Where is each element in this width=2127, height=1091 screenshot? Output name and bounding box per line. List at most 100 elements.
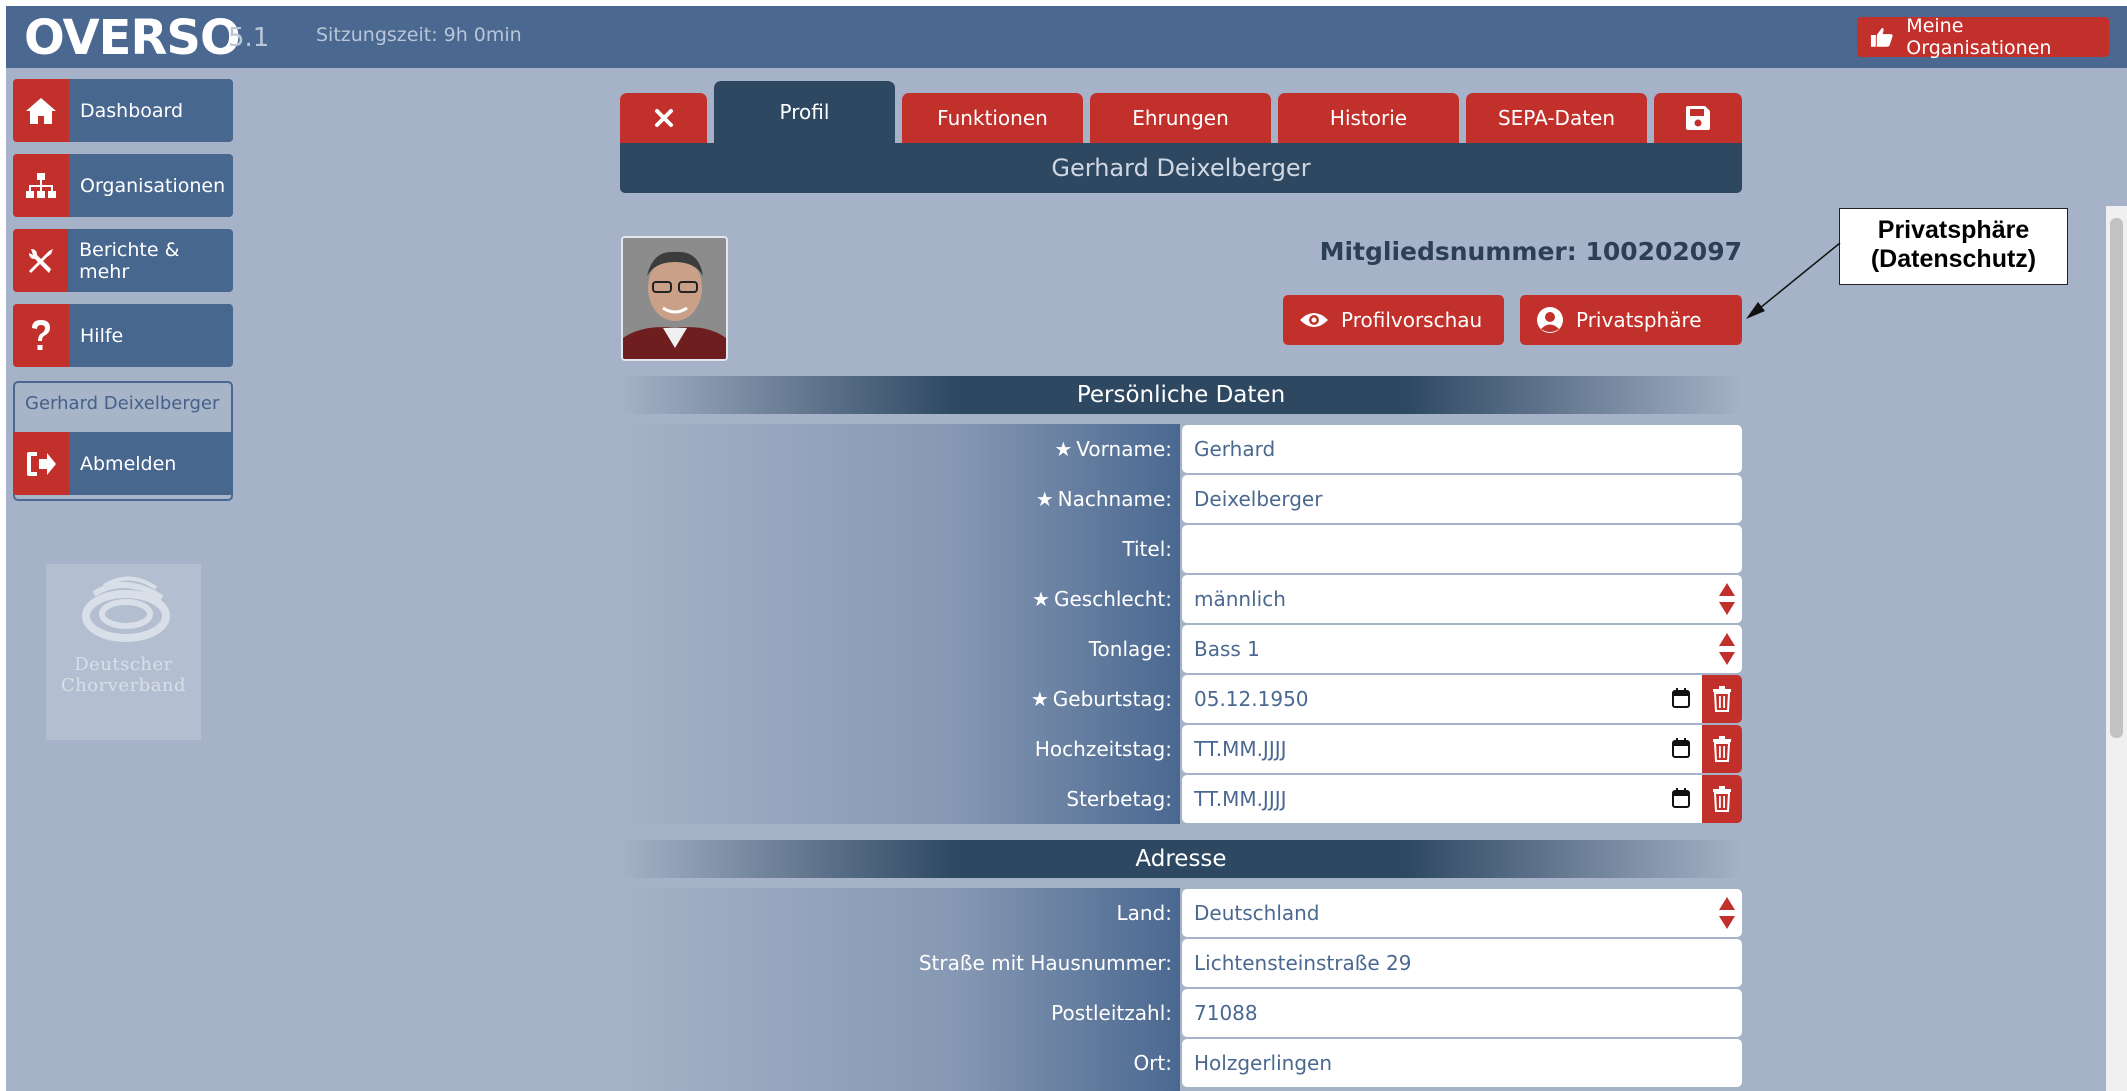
land-select[interactable]: Deutschland — [1182, 889, 1742, 937]
sterbetag-date-input[interactable]: TT.MM.JJJJ — [1182, 775, 1702, 823]
member-number: Mitgliedsnummer: 100202097 — [1319, 237, 1742, 266]
clear-hochzeitstag-button[interactable] — [1702, 725, 1742, 773]
calendar-icon[interactable] — [1672, 738, 1690, 758]
tab-funktionen[interactable]: Funktionen — [902, 93, 1083, 143]
hochzeitstag-date-input[interactable]: TT.MM.JJJJ — [1182, 725, 1702, 773]
logo-line-2: Chorverband — [60, 675, 187, 696]
field-label: Ort: — [1133, 1051, 1172, 1075]
privacy-label: Privatsphäre — [1576, 308, 1702, 332]
sidebar-item-label: Hilfe — [80, 324, 124, 347]
session-time: Sitzungszeit: 9h 0min — [316, 24, 522, 46]
top-bar: OVERSO 5.1 Sitzungszeit: 9h 0min Meine O… — [6, 6, 2127, 68]
field-value: 71088 — [1194, 1001, 1258, 1025]
sidebar-item-berichte[interactable]: Berichte & mehr — [13, 229, 233, 292]
field-row-geburtstag: ★ Geburtstag: 05.12.1950 — [620, 674, 1742, 724]
tonlage-select[interactable]: Bass 1 — [1182, 625, 1742, 673]
select-arrows-icon — [1719, 633, 1735, 665]
field-row-geschlecht: ★ Geschlecht: männlich — [620, 574, 1742, 624]
close-button[interactable] — [620, 93, 707, 143]
save-button[interactable] — [1654, 93, 1742, 143]
trash-icon — [1713, 686, 1731, 712]
field-label: Postleitzahl: — [1051, 1001, 1172, 1025]
chorverband-logo: Deutscher Chorverband — [46, 564, 201, 740]
field-row-postleitzahl: Postleitzahl: 71088 — [620, 988, 1742, 1038]
home-icon — [26, 97, 56, 124]
my-organisations-label: Meine Organisationen — [1906, 15, 2052, 59]
field-value: Gerhard — [1194, 437, 1276, 461]
user-panel: Gerhard Deixelberger Abmelden — [13, 381, 233, 501]
thumbs-up-icon — [1870, 28, 1893, 47]
field-label: Straße mit Hausnummer: — [918, 951, 1172, 975]
nachname-input[interactable]: Deixelberger — [1182, 475, 1742, 523]
clear-sterbetag-button[interactable] — [1702, 775, 1742, 823]
scrollbar-thumb[interactable] — [2110, 218, 2123, 738]
postleitzahl-input[interactable]: 71088 — [1182, 989, 1742, 1037]
sidebar-item-hilfe[interactable]: Hilfe — [13, 304, 233, 367]
sidebar-item-organisationen[interactable]: Organisationen — [13, 154, 233, 217]
field-row-hochzeitstag: Hochzeitstag: TT.MM.JJJJ — [620, 724, 1742, 774]
calendar-icon[interactable] — [1672, 788, 1690, 808]
sidebar-item-label: Dashboard — [80, 99, 184, 122]
field-row-titel: Titel: — [620, 524, 1742, 574]
section-address: Adresse — [620, 840, 1742, 878]
required-star-icon: ★ — [1032, 587, 1050, 611]
field-value: Lichtensteinstraße 29 — [1194, 951, 1412, 975]
tab-label: SEPA-Daten — [1497, 106, 1616, 130]
field-label: Tonlage: — [1088, 637, 1172, 661]
trash-icon — [1713, 786, 1731, 812]
vorname-input[interactable]: Gerhard — [1182, 425, 1742, 473]
sign-out-icon — [27, 451, 56, 476]
tab-profil[interactable]: Profil — [714, 81, 895, 143]
my-organisations-button[interactable]: Meine Organisationen — [1857, 15, 2109, 59]
field-label: Geburtstag: — [1052, 687, 1172, 711]
logout-button[interactable]: Abmelden — [13, 432, 233, 495]
sidebar-item-label: Organisationen — [80, 174, 226, 197]
ort-input[interactable]: Holzgerlingen — [1182, 1039, 1742, 1087]
tab-label: Profil — [779, 100, 830, 124]
user-circle-icon — [1537, 307, 1563, 333]
field-row-vorname: ★ Vorname: Gerhard — [620, 424, 1742, 474]
tab-ehrungen[interactable]: Ehrungen — [1090, 93, 1271, 143]
section-title: Adresse — [1135, 846, 1227, 872]
section-title: Persönliche Daten — [1076, 382, 1286, 408]
profile-preview-label: Profilvorschau — [1341, 308, 1483, 332]
person-photo-icon — [623, 238, 726, 359]
field-label: Hochzeitstag: — [1034, 737, 1172, 761]
current-user-name: Gerhard Deixelberger — [25, 393, 220, 414]
clear-geburtstag-button[interactable] — [1702, 675, 1742, 723]
tools-icon — [28, 248, 53, 273]
save-icon — [1686, 106, 1710, 130]
tab-sepa-daten[interactable]: SEPA-Daten — [1466, 93, 1647, 143]
callout-line-2: (Datenschutz) — [1870, 245, 2037, 273]
sidebar-item-dashboard[interactable]: Dashboard — [13, 79, 233, 142]
geschlecht-select[interactable]: männlich — [1182, 575, 1742, 623]
close-icon — [654, 109, 673, 127]
trash-icon — [1713, 736, 1731, 762]
field-label: Sterbetag: — [1066, 787, 1172, 811]
required-star-icon: ★ — [1035, 487, 1054, 511]
app-version: 5.1 — [228, 23, 270, 53]
required-star-icon: ★ — [1030, 687, 1049, 711]
field-row-tonlage: Tonlage: Bass 1 — [620, 624, 1742, 674]
profile-preview-button[interactable]: Profilvorschau — [1283, 295, 1504, 345]
profile-photo[interactable] — [621, 236, 728, 361]
profile-name-bar: Gerhard Deixelberger — [620, 143, 1742, 193]
strasse-input[interactable]: Lichtensteinstraße 29 — [1182, 939, 1742, 987]
question-icon — [32, 319, 50, 350]
privacy-button[interactable]: Privatsphäre — [1520, 295, 1742, 345]
field-value: Deutschland — [1194, 901, 1320, 925]
tab-label: Historie — [1329, 106, 1408, 130]
tab-label: Ehrungen — [1132, 106, 1229, 130]
callout-line-1: Privatsphäre — [1877, 216, 2030, 244]
annotation-callout: Privatsphäre (Datenschutz) — [1839, 208, 2068, 285]
profile-name: Gerhard Deixelberger — [1051, 154, 1311, 182]
app-logo[interactable]: OVERSO — [24, 10, 241, 66]
tab-historie[interactable]: Historie — [1278, 93, 1459, 143]
titel-input[interactable] — [1182, 525, 1742, 573]
geburtstag-date-input[interactable]: 05.12.1950 — [1182, 675, 1702, 723]
calendar-icon[interactable] — [1672, 688, 1690, 708]
field-row-ort: Ort: Holzgerlingen — [620, 1038, 1742, 1088]
tab-label: Funktionen — [937, 106, 1048, 130]
field-value: Deixelberger — [1194, 487, 1323, 511]
sidebar-item-label: Berichte & mehr — [79, 238, 180, 283]
